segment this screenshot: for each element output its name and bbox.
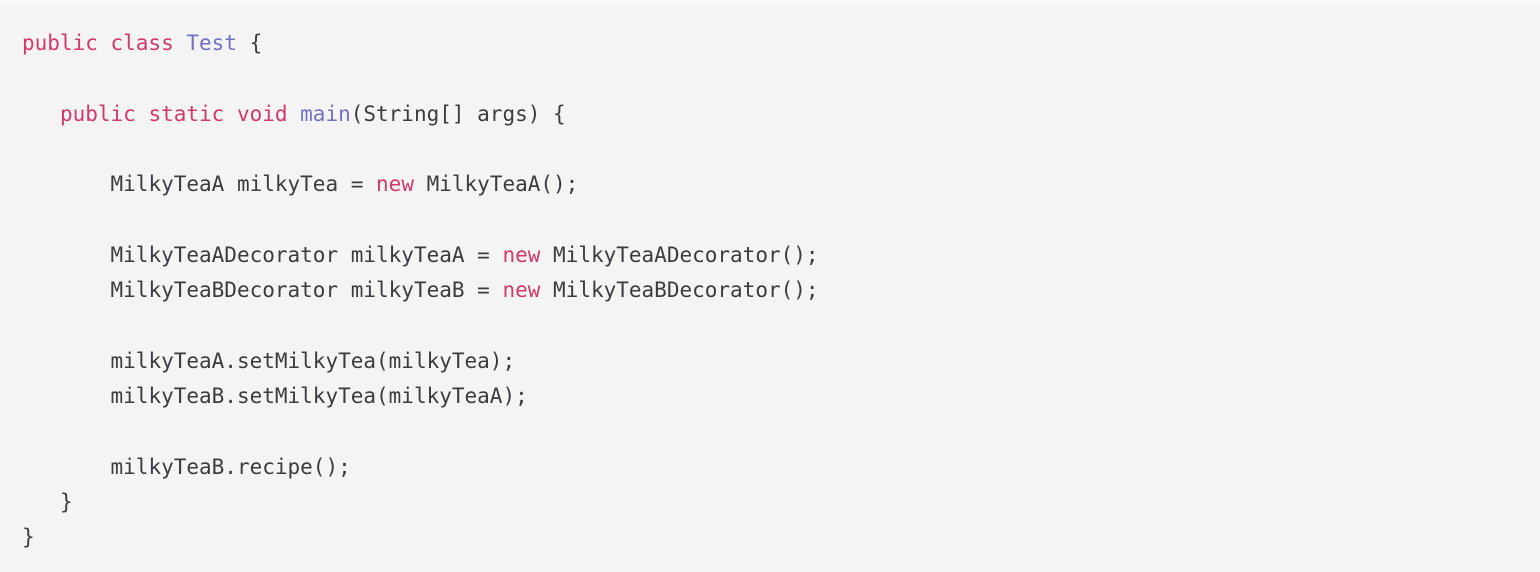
code-line: MilkyTeaA milkyTea = new MilkyTeaA(); [0, 167, 1540, 202]
code-token-plain: MilkyTeaADecorator milkyTeaA = [110, 242, 503, 267]
code-token-plain: } [59, 489, 73, 514]
code-viewer[interactable]: public class Test { public static void m… [0, 0, 1540, 572]
code-token-plain: { [236, 31, 263, 55]
code-token-plain: (String[] args) { [350, 101, 566, 126]
code-token-keyword: new [502, 242, 541, 267]
code-token-plain: MilkyTeaA milkyTea = [110, 172, 377, 197]
code-token-plain: MilkyTeaBDecorator(); [540, 278, 819, 303]
code-token-type: Test [186, 31, 237, 55]
code-line: MilkyTeaADecorator milkyTeaA = new Milky… [0, 238, 1540, 273]
code-token-plain: MilkyTeaA(); [413, 172, 579, 197]
code-token-plain: MilkyTeaADecorator(); [540, 242, 819, 267]
code-token-type: main [300, 101, 351, 126]
code-token-plain: milkyTeaA.setMilkyTea(milkyTea); [110, 348, 516, 373]
top-edge-highlight [0, 0, 1540, 6]
code-line: public class Test { [0, 26, 1540, 61]
code-token-plain: milkyTeaB.recipe(); [110, 454, 351, 479]
code-token-keyword: public class [22, 31, 187, 55]
code-line: public static void main(String[] args) { [0, 97, 1540, 132]
code-line: milkyTeaB.recipe(); [0, 450, 1540, 485]
code-token-keyword: new [502, 278, 541, 303]
code-line: } [0, 520, 1540, 555]
code-token-keyword: new [376, 172, 414, 197]
code-line-container: public class Test { public static void m… [0, 26, 1540, 555]
code-token-plain: } [22, 525, 35, 550]
code-line: } [0, 485, 1540, 520]
code-token-keyword: public static void [59, 101, 301, 126]
code-token-plain: milkyTeaB.setMilkyTea(milkyTeaA); [110, 383, 528, 408]
code-line: milkyTeaB.setMilkyTea(milkyTeaA); [0, 379, 1540, 414]
code-line: milkyTeaA.setMilkyTea(milkyTea); [0, 344, 1540, 379]
code-line: MilkyTeaBDecorator milkyTeaB = new Milky… [0, 273, 1540, 308]
code-token-plain: MilkyTeaBDecorator milkyTeaB = [110, 278, 503, 303]
